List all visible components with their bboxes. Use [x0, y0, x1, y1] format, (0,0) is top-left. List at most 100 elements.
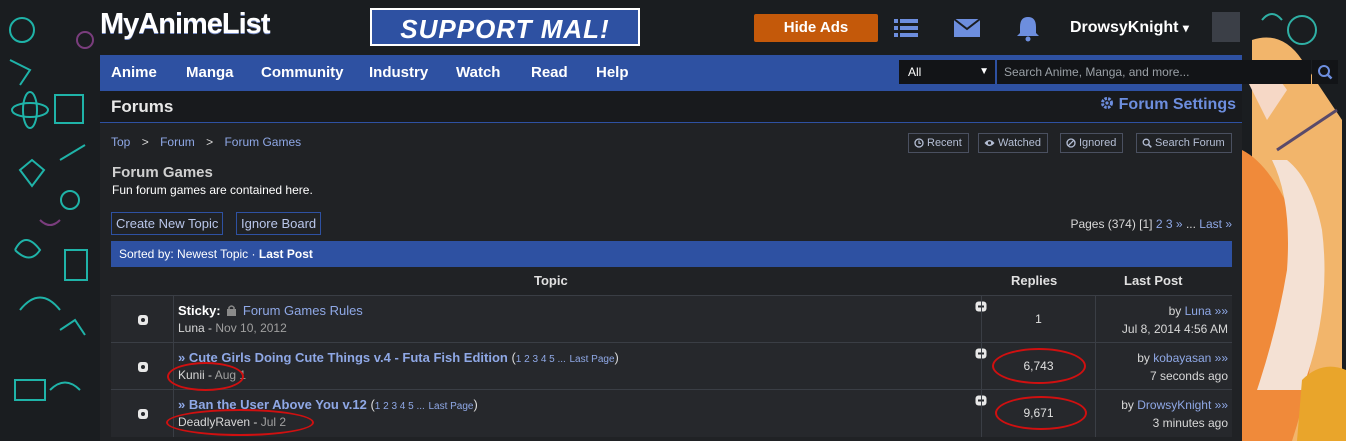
search-icon	[1318, 65, 1333, 80]
main-nav: Anime Manga Community Industry Watch Rea…	[100, 55, 1338, 91]
annotation-circle-author	[166, 409, 314, 436]
sort-bar: Sorted by: Newest Topic · Last Post	[111, 241, 1232, 267]
nav-help[interactable]: Help	[596, 55, 629, 91]
topic-author[interactable]: Luna	[178, 321, 205, 335]
nav-community[interactable]: Community	[261, 55, 344, 91]
topic-last-page-link[interactable]: Last Page	[569, 354, 614, 365]
watched-label: Watched	[998, 137, 1042, 149]
username-menu[interactable]: DrowsyKnight ▾	[1070, 19, 1189, 37]
topic-link[interactable]: » Cute Girls Doing Cute Things v.4 - Fut…	[178, 350, 508, 365]
page-next-link[interactable]: »	[1176, 217, 1183, 231]
search-forum-button[interactable]: Search Forum	[1136, 133, 1232, 153]
mail-icon[interactable]	[953, 14, 981, 42]
sort-prefix[interactable]: Sorted by: Newest Topic ·	[119, 247, 256, 261]
pages-count: Pages (374)	[1070, 217, 1136, 231]
clock-icon	[914, 138, 924, 148]
support-mal-banner[interactable]: SUPPORT MAL!	[370, 8, 640, 46]
search-scope-select[interactable]: All ▼	[899, 60, 995, 84]
nav-anime[interactable]: Anime	[111, 55, 157, 91]
eye-icon	[984, 140, 995, 146]
topic-last-page-link[interactable]: Last Page	[428, 401, 473, 412]
site-logo[interactable]: MyAnimeList	[100, 8, 270, 41]
gear-icon	[1101, 97, 1114, 109]
ignored-button[interactable]: Ignored	[1060, 133, 1124, 153]
search-scope-value: All	[908, 65, 922, 79]
topic-icon-cell	[111, 296, 174, 343]
board-title: Forum Games	[112, 164, 213, 181]
annotation-circle-replies	[992, 348, 1086, 384]
ignore-board-button[interactable]: Ignore Board	[236, 212, 322, 235]
last-post-jump-link[interactable]: »»	[1215, 351, 1228, 365]
nav-manga[interactable]: Manga	[186, 55, 234, 91]
search-button[interactable]	[1312, 60, 1338, 84]
column-header-last-post: Last Post	[1124, 273, 1183, 288]
breadcrumb-forum-games[interactable]: Forum Games	[224, 135, 301, 149]
background-doodles	[9, 17, 94, 401]
last-post-by: by kobayasan »»	[1137, 351, 1228, 365]
breadcrumb-separator: >	[141, 135, 149, 149]
column-header-replies: Replies	[1011, 273, 1058, 288]
last-post-jump-link[interactable]: »»	[1215, 398, 1228, 412]
forum-settings-label: Forum Settings	[1118, 96, 1236, 113]
topic-link[interactable]: Forum Games Rules	[243, 303, 363, 318]
user-avatar[interactable]	[1212, 12, 1240, 42]
ban-icon	[1066, 138, 1076, 148]
annotation-circle-author	[167, 362, 244, 391]
last-post-user[interactable]: DrowsyKnight	[1137, 398, 1211, 412]
caret-down-icon: ▼	[979, 66, 989, 77]
last-post-jump-link[interactable]: »»	[1215, 304, 1228, 318]
breadcrumb-top[interactable]: Top	[111, 135, 130, 149]
breadcrumb-forum[interactable]: Forum	[160, 135, 195, 149]
topic-pages[interactable]: 1 2 3 4 5 ...	[375, 401, 425, 412]
nav-industry[interactable]: Industry	[369, 55, 428, 91]
page-last-link[interactable]: Last »	[1199, 217, 1232, 231]
replies-cell: 1	[981, 296, 1096, 343]
nav-read[interactable]: Read	[531, 55, 568, 91]
pagination: Pages (374) [1] 2 3 » ... Last »	[1070, 217, 1232, 231]
table-row: Sticky: Forum Games Rules Luna - Nov 10,…	[111, 295, 1232, 343]
page-2-link[interactable]: 2	[1156, 217, 1163, 231]
topic-meta: Luna - Nov 10, 2012	[178, 321, 287, 335]
search-icon	[1142, 138, 1152, 148]
breadcrumb: Top > Forum > Forum Games	[111, 135, 301, 149]
topic-icon	[138, 315, 148, 325]
recent-button[interactable]: Recent	[908, 133, 969, 153]
page-title: Forums	[111, 97, 174, 116]
topic-pages[interactable]: 1 2 3 4 5 ...	[516, 354, 566, 365]
pages-ellipsis: ...	[1185, 217, 1196, 231]
list-icon[interactable]	[892, 14, 920, 42]
nav-watch[interactable]: Watch	[456, 55, 500, 91]
last-post-user[interactable]: Luna	[1185, 304, 1212, 318]
last-post-user[interactable]: kobayasan	[1153, 351, 1211, 365]
annotation-circle-replies	[995, 396, 1087, 430]
topic-title-line: Sticky: Forum Games Rules	[178, 303, 363, 318]
column-header-topic: Topic	[534, 273, 568, 288]
forum-settings-link[interactable]: Forum Settings	[1100, 96, 1236, 114]
username-label: DrowsyKnight	[1070, 19, 1179, 36]
hide-ads-button[interactable]: Hide Ads	[754, 14, 878, 42]
create-new-topic-button[interactable]: Create New Topic	[111, 212, 224, 235]
sort-active: Last Post	[258, 247, 313, 261]
page-current: [1]	[1139, 217, 1153, 231]
search-forum-label: Search Forum	[1155, 137, 1225, 149]
page-3-link[interactable]: 3	[1166, 217, 1173, 231]
recent-label: Recent	[927, 137, 962, 149]
topic-icon	[138, 409, 148, 419]
bell-icon[interactable]	[1014, 14, 1042, 42]
last-post-time: 7 seconds ago	[1149, 369, 1228, 383]
forum-header: Forums Forum Settings	[100, 91, 1242, 123]
replies-count: 1	[1035, 312, 1042, 326]
ignored-label: Ignored	[1079, 137, 1117, 149]
topic-icon	[138, 362, 148, 372]
watched-button[interactable]: Watched	[978, 133, 1049, 153]
last-post-time: Jul 8, 2014 4:56 AM	[1121, 322, 1228, 336]
lock-icon	[227, 305, 237, 316]
last-post-time: 3 minutes ago	[1152, 416, 1228, 430]
breadcrumb-separator: >	[206, 135, 214, 149]
topic-icon-cell	[111, 390, 174, 437]
topic-icon-cell	[111, 343, 174, 390]
search-input[interactable]	[997, 60, 1311, 84]
topic-date: Nov 10, 2012	[215, 321, 287, 335]
last-post-by: by Luna »»	[1168, 304, 1228, 318]
chevron-down-icon: ▾	[1182, 21, 1189, 35]
